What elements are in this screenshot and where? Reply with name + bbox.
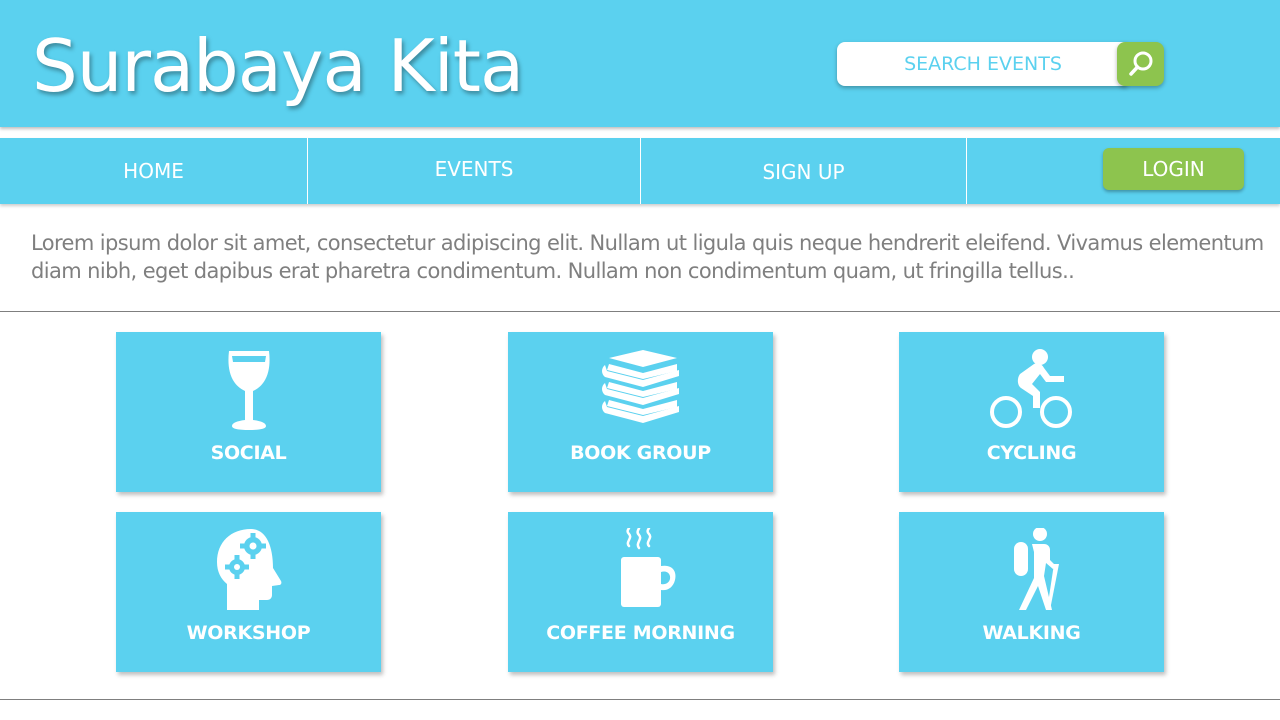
divider xyxy=(0,311,1280,312)
category-tile-walking[interactable]: WALKING xyxy=(899,512,1164,672)
nav-divider xyxy=(966,138,967,204)
head-gears-icon xyxy=(216,529,281,610)
nav-item-events[interactable]: EVENTS xyxy=(308,136,640,202)
category-tile-book-group[interactable]: BOOK GROUP xyxy=(508,332,773,492)
search-input[interactable] xyxy=(837,42,1127,86)
category-tile-workshop[interactable]: WORKSHOP xyxy=(116,512,381,672)
nav-item-sign-up[interactable]: SIGN UP xyxy=(641,139,966,205)
cyclist-icon xyxy=(989,349,1072,428)
category-label: COFFEE MORNING xyxy=(546,622,735,644)
category-tile-social[interactable]: SOCIAL xyxy=(116,332,381,492)
header: Surabaya Kita xyxy=(0,0,1280,127)
search-icon xyxy=(1128,51,1152,76)
category-label: SOCIAL xyxy=(210,442,287,464)
coffee-mug-icon xyxy=(620,528,675,607)
books-icon xyxy=(601,350,679,423)
category-label: WALKING xyxy=(982,622,1081,644)
category-tile-cycling[interactable]: CYCLING xyxy=(899,332,1164,492)
category-tile-coffee-morning[interactable]: COFFEE MORNING xyxy=(508,512,773,672)
category-label: BOOK GROUP xyxy=(570,442,711,464)
hiker-icon xyxy=(1013,528,1059,610)
login-button[interactable]: LOGIN xyxy=(1103,148,1244,190)
search-box xyxy=(837,42,1164,86)
intro-text: Lorem ipsum dolor sit amet, consectetur … xyxy=(31,231,1264,283)
wine-glass-icon xyxy=(227,351,270,430)
site-title: Surabaya Kita xyxy=(32,24,524,108)
category-label: WORKSHOP xyxy=(186,622,311,644)
nav-bar: HOME EVENTS SIGN UP xyxy=(0,138,1280,204)
category-label: CYCLING xyxy=(986,442,1077,464)
nav-item-home[interactable]: HOME xyxy=(0,138,307,204)
divider xyxy=(0,699,1280,700)
search-button[interactable] xyxy=(1117,42,1164,86)
